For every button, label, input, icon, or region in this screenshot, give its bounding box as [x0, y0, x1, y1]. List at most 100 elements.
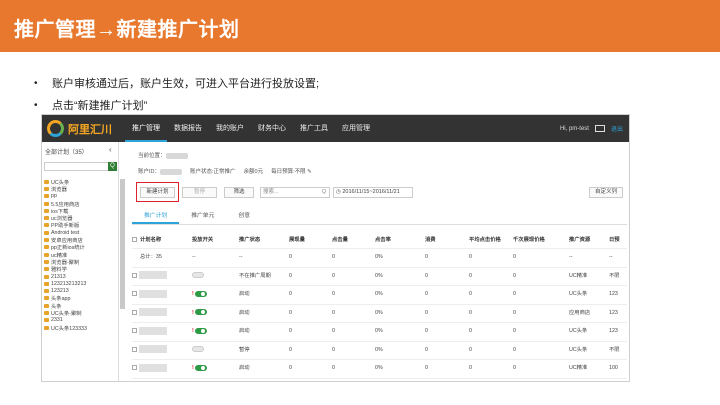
collapse-icon[interactable]: ‹ [109, 145, 112, 154]
sidebar-item[interactable]: 123213213213 [44, 280, 87, 287]
warning-icon: ! [192, 365, 194, 371]
main-content: 当前位置： 账户ID： 账户状态:正常推广 余额0元 每日预算:不限 ✎ 新建计… [128, 142, 629, 381]
table-row[interactable]: 暂停 0 0 0% 0 0 0 UC头条 不限 [132, 342, 627, 360]
toggle-switch[interactable] [194, 327, 207, 334]
plan-name-redacted[interactable] [139, 271, 167, 280]
row-resource: 应用商店 [569, 309, 591, 316]
nav-my-account[interactable]: 我的账户 [209, 115, 251, 142]
column-header: 投放开关 [192, 237, 214, 243]
folder-icon [44, 274, 49, 279]
logo-text: 阿里汇川 [68, 123, 112, 136]
bullet-item: • 账户审核通过后，账户生效，可进入平台进行投放设置; [34, 77, 320, 91]
folder-icon [44, 208, 49, 213]
checkbox-icon[interactable] [132, 291, 137, 297]
row-budget: 不限 [609, 346, 620, 353]
row-resource: UC精准 [569, 272, 588, 279]
row-checkbox [132, 268, 167, 285]
checkbox-icon[interactable] [132, 328, 137, 334]
delivery-switch: ! [192, 323, 207, 340]
checkbox-icon[interactable] [132, 309, 137, 315]
nav-tools[interactable]: 推广工具 [293, 115, 335, 142]
sidebar-item[interactable]: UC头条-聚制 [44, 309, 87, 317]
delivery-switch: ! [192, 360, 207, 377]
logout-link[interactable]: 退出 [611, 124, 623, 133]
tab-units[interactable]: 推广单元 [179, 210, 226, 224]
table-row[interactable]: ! 启动 0 0 0% 0 0 0 应用商店 123 [132, 305, 627, 323]
row-cell: 0% [375, 291, 383, 297]
folder-icon [44, 245, 49, 250]
tab-bar: 推广计划 推广单元 创意 [132, 210, 627, 225]
row-cell: 0 [425, 346, 428, 353]
toggle-switch[interactable] [192, 346, 204, 353]
filter-button[interactable]: 筛选 [224, 187, 254, 198]
delivery-switch [192, 342, 204, 359]
sidebar-item[interactable]: 浏览器 [44, 185, 87, 193]
sidebar-item[interactable]: UC头条123333 [44, 324, 87, 332]
row-resource: UC头条 [569, 291, 588, 297]
sidebar-item[interactable]: 雅料学 [44, 266, 87, 273]
tab-plans[interactable]: 推广计划 [132, 210, 180, 224]
column-header: 推广状态 [239, 237, 261, 243]
logo[interactable]: 阿里汇川 [47, 120, 112, 137]
toggle-switch[interactable] [192, 272, 204, 279]
row-cell: 0 [289, 328, 292, 334]
search-input[interactable]: 搜索... Q [260, 187, 330, 198]
tab-creatives[interactable]: 创意 [226, 210, 262, 224]
checkbox-icon[interactable] [132, 237, 137, 243]
checkbox-icon[interactable] [132, 346, 137, 352]
row-cell: 0 [425, 309, 428, 316]
checkbox-icon[interactable] [132, 272, 137, 278]
sidebar-search-input[interactable] [44, 162, 114, 171]
nav-finance[interactable]: 财务中心 [251, 115, 293, 142]
column-header: 计划名称 [140, 237, 162, 243]
row-status: 不在推广周期 [239, 272, 271, 279]
column-header: 展现量 [289, 237, 305, 243]
plan-name-redacted[interactable] [139, 363, 167, 372]
delivery-switch: ! [192, 305, 207, 322]
folder-icon [44, 267, 49, 272]
pause-button[interactable]: 暂停 [182, 187, 217, 198]
account-id: 账户ID： [138, 167, 183, 175]
logo-icon [47, 120, 64, 137]
plan-name-redacted[interactable] [139, 308, 167, 317]
plan-name-redacted[interactable] [139, 289, 167, 298]
delivery-switch [192, 268, 204, 285]
table-row[interactable]: ! 启动 0 0 0% 0 0 0 UC头条 123 [132, 323, 627, 342]
folder-icon [44, 303, 49, 308]
search-icon[interactable]: Q [108, 162, 117, 171]
row-cell: 0 [469, 272, 472, 279]
row-cell: 0 [513, 365, 516, 371]
folder-icon [44, 201, 49, 206]
plan-name-redacted[interactable] [139, 326, 167, 335]
table-row[interactable]: 不在推广周期 0 0 0% 0 0 0 UC精准 不限 [132, 268, 627, 286]
folder-icon [44, 296, 49, 301]
nav-promotion-management[interactable]: 推广管理 [125, 115, 167, 142]
plan-name-redacted[interactable] [139, 345, 167, 354]
nav-app-management[interactable]: 应用管理 [335, 115, 377, 142]
toggle-switch[interactable] [194, 309, 207, 316]
row-status: 暂停 [239, 346, 250, 353]
checkbox-icon[interactable] [132, 365, 137, 371]
app-screenshot: 阿里汇川 推广管理 数据报告 我的账户 财务中心 推广工具 应用管理 Hi, p… [41, 114, 630, 382]
sidebar-item[interactable]: 21313 [44, 273, 87, 280]
nav-data-report[interactable]: 数据报告 [167, 115, 209, 142]
toggle-switch[interactable] [194, 290, 207, 297]
sidebar-item[interactable]: PP助手新版 [44, 222, 87, 229]
daily-budget: 每日预算:不限 ✎ [271, 169, 312, 175]
row-cell: 0 [332, 365, 335, 371]
total-cell: 0 [289, 254, 292, 260]
folder-icon [44, 230, 49, 235]
row-budget: 123 [609, 309, 618, 316]
row-status: 启动 [239, 328, 250, 334]
custom-columns-button[interactable]: 自定义列 [589, 187, 623, 198]
table-row[interactable]: ! 启动 0 0 0% 0 0 0 UC精准 100 [132, 360, 627, 379]
mail-icon[interactable] [594, 125, 605, 132]
table-row[interactable]: ! 启动 0 0 0% 0 0 0 UC头条 123 [132, 286, 627, 305]
row-resource: UC头条 [569, 346, 588, 353]
toggle-switch[interactable] [194, 364, 207, 371]
sidebar-scrollbar[interactable] [120, 179, 125, 309]
row-cell: 0 [289, 291, 292, 297]
row-cell: 0 [289, 272, 292, 279]
row-cell: 0 [469, 291, 472, 297]
date-range-picker[interactable]: ◷ 2016/11/15~2016/11/21 [333, 187, 413, 198]
